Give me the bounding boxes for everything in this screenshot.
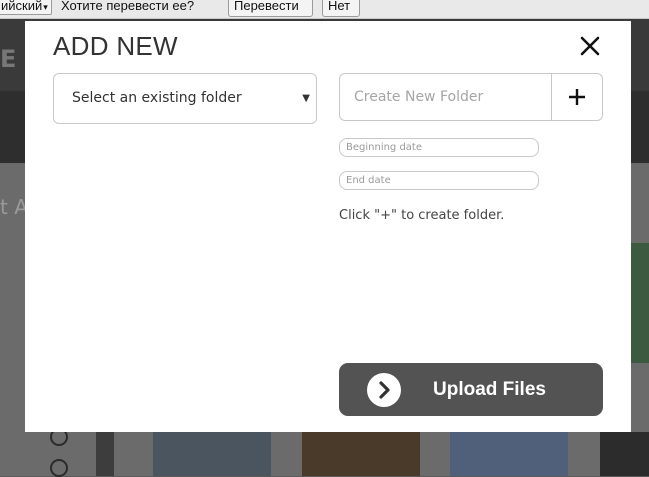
language-select[interactable]: ийский▾ xyxy=(0,0,52,15)
translate-question: Хотите перевести ее? xyxy=(61,0,195,13)
chevron-right-circle-icon xyxy=(367,373,401,407)
beginning-date-input[interactable] xyxy=(339,138,539,157)
new-folder-input[interactable] xyxy=(340,74,551,120)
background-heading: t A xyxy=(0,195,28,219)
background-thumbnail xyxy=(302,432,420,476)
create-folder-hint: Click "+" to create folder. xyxy=(339,208,505,223)
plus-icon xyxy=(569,89,585,105)
upload-files-label: Upload Files xyxy=(433,379,546,400)
background-thumbnail xyxy=(153,432,271,476)
modal-title: ADD NEW xyxy=(53,31,178,61)
add-folder-button[interactable] xyxy=(551,74,602,120)
add-new-modal: ADD NEW Select an existing folder ▼ Clic… xyxy=(25,21,631,432)
existing-folder-select[interactable]: Select an existing folder ▼ xyxy=(53,73,317,124)
background-logo: E xyxy=(0,45,21,73)
new-folder-group xyxy=(339,73,603,121)
translate-button[interactable]: Перевести xyxy=(228,0,313,17)
end-date-input[interactable] xyxy=(339,171,539,190)
close-icon[interactable] xyxy=(577,33,603,59)
background-thumbnail xyxy=(630,243,649,363)
background-thumbnail xyxy=(600,432,649,476)
chevron-down-icon: ▾ xyxy=(43,2,48,12)
background-tile xyxy=(96,432,114,476)
upload-files-button[interactable]: Upload Files xyxy=(339,363,603,416)
background-radio xyxy=(50,459,68,477)
existing-folder-select-value: Select an existing folder xyxy=(72,90,242,106)
translate-bar: ийский▾ Хотите перевести ее? Перевести Н… xyxy=(0,0,649,19)
language-select-label: ийский xyxy=(1,0,43,13)
caret-down-icon: ▼ xyxy=(302,93,310,104)
decline-translate-button[interactable]: Нет xyxy=(322,0,360,17)
background-thumbnail xyxy=(450,432,568,476)
